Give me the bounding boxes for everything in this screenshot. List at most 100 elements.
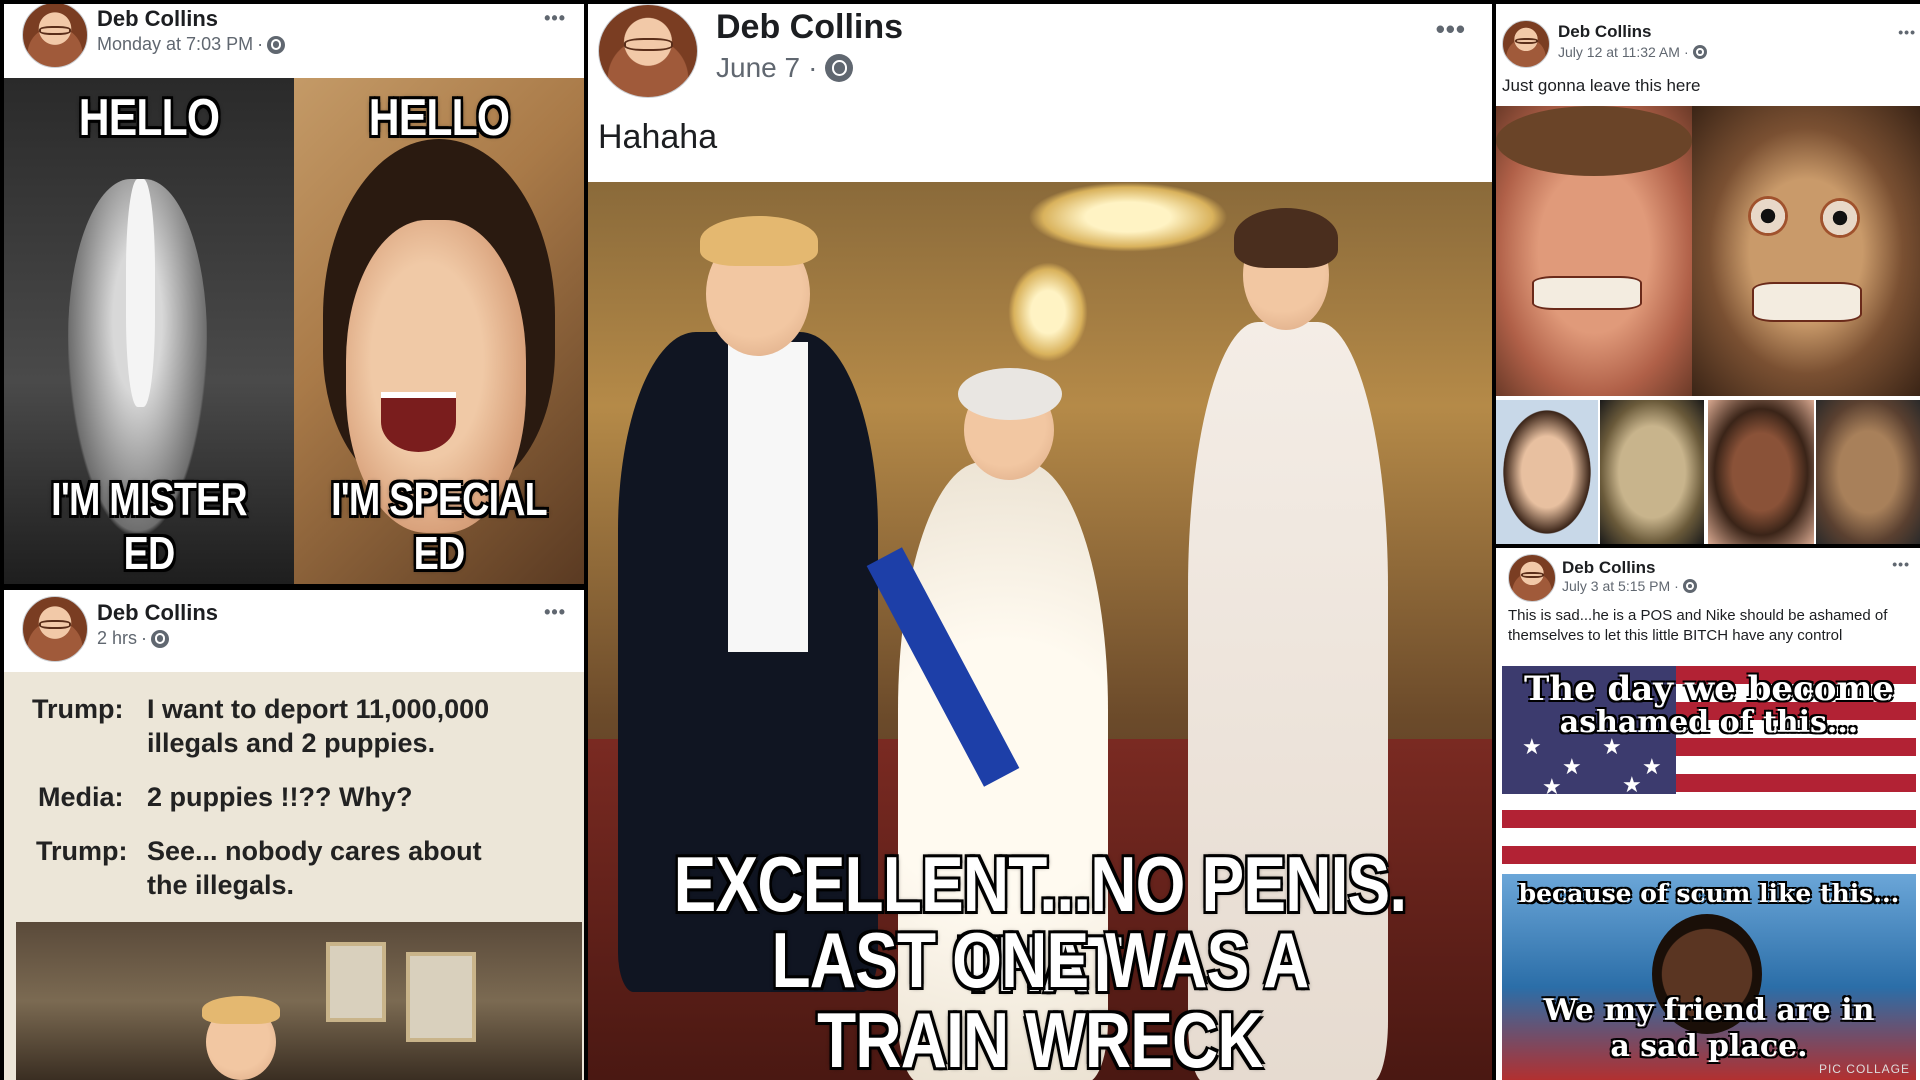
star-icon: ★ xyxy=(1622,772,1642,797)
dialogue-line-3: Trump: See... nobody cares about the ille… xyxy=(36,834,482,902)
avatar-glasses xyxy=(39,26,71,35)
author-name[interactable]: Deb Collins xyxy=(97,6,218,32)
person-hair xyxy=(202,996,280,1024)
tile-teeth xyxy=(1532,276,1642,310)
more-options-icon[interactable]: ••• xyxy=(1898,24,1916,40)
queen-hair xyxy=(958,368,1062,420)
dialogue-meme-image: Trump: I want to deport 11,000,000 illega… xyxy=(4,672,584,1080)
tile-hair xyxy=(1496,106,1692,176)
globe-icon xyxy=(1682,579,1697,593)
tile-woman-smile xyxy=(1496,400,1598,544)
tile-creature xyxy=(1600,400,1704,544)
author-name[interactable]: Deb Collins xyxy=(1558,22,1652,42)
meme-text-mister-ed: I'M MISTER ED xyxy=(51,473,247,579)
kneeling-player-image: because of scum like this... We my frien… xyxy=(1502,874,1916,1080)
author-name[interactable]: Deb Collins xyxy=(716,8,903,47)
post-meta: Monday at 7:03 PM · xyxy=(97,34,286,55)
dialogue-line-1: Trump: I want to deport 11,000,000 illega… xyxy=(32,692,489,760)
author-avatar[interactable] xyxy=(1508,554,1556,602)
meme-text-hello-right: HELLO xyxy=(368,89,510,147)
star-icon: ★ xyxy=(1642,754,1662,779)
meme-horse-image: HELLO I'M MISTER ED xyxy=(4,78,294,584)
post-time[interactable]: Monday at 7:03 PM xyxy=(97,34,253,55)
line: See... nobody cares about xyxy=(147,836,482,866)
line: I want to deport 11,000,000 xyxy=(147,694,490,724)
horse-blaze xyxy=(125,179,155,407)
tile-eye xyxy=(1748,196,1788,236)
meme-text-bottom1: We my friend are in xyxy=(1543,993,1875,1028)
meta-separator: · xyxy=(808,52,818,83)
meme-text-bottom2: a sad place. xyxy=(1610,1029,1808,1064)
meme-text-mid: because of scum like this... xyxy=(1518,879,1900,908)
post-time[interactable]: July 12 at 11:32 AM xyxy=(1558,44,1680,60)
tile-alien xyxy=(1816,400,1920,544)
chandelier xyxy=(1028,182,1228,252)
author-avatar[interactable] xyxy=(22,4,88,68)
globe-icon xyxy=(267,35,286,54)
tile-eye xyxy=(1820,198,1860,238)
meme-text-special-ed: I'M SPECIAL ED xyxy=(331,473,548,579)
globe-icon xyxy=(825,54,854,82)
avatar-glasses xyxy=(1520,571,1544,578)
man-hair xyxy=(700,216,818,266)
flag-image: ★ ★ ★ ★ ★ ★ The day we become ashamed of… xyxy=(1502,666,1916,872)
meta-separator: · xyxy=(257,34,264,54)
woman-hair xyxy=(1234,208,1338,268)
wall-frame xyxy=(326,942,386,1022)
post-meta: July 3 at 5:15 PM · xyxy=(1562,578,1697,594)
post-july3: Deb Collins July 3 at 5:15 PM · ••• This… xyxy=(1496,548,1920,1080)
author-name[interactable]: Deb Collins xyxy=(1562,558,1656,578)
post-meta: July 12 at 11:32 AM · xyxy=(1558,44,1707,60)
post-meta: 2 hrs · xyxy=(97,628,170,649)
tile-woman-frown xyxy=(1708,400,1814,544)
speaker: Trump: xyxy=(36,836,128,866)
meme-text-top2: ashamed of this... xyxy=(1559,705,1859,740)
post-caption: Just gonna leave this here xyxy=(1502,76,1701,95)
more-options-icon[interactable]: ••• xyxy=(1436,14,1466,45)
wall-frame xyxy=(406,952,476,1042)
post-meta: June 7 · xyxy=(716,52,854,84)
speaker: Media: xyxy=(38,782,124,812)
post-july12: Deb Collins July 12 at 11:32 AM · ••• Ju… xyxy=(1496,4,1920,544)
post-june7: Deb Collins June 7 · ••• Hahaha EXCELLEN… xyxy=(588,4,1492,1080)
post-time[interactable]: July 3 at 5:15 PM xyxy=(1562,578,1670,594)
man-shirt xyxy=(728,342,808,652)
post-time[interactable]: June 7 xyxy=(716,52,800,84)
avatar-glasses xyxy=(1514,37,1538,44)
wall-sconce xyxy=(1008,262,1088,362)
meta-separator: · xyxy=(1674,578,1679,594)
author-avatar[interactable] xyxy=(22,596,88,662)
collage-watermark: PIC COLLAGE xyxy=(1818,1062,1910,1076)
author-avatar[interactable] xyxy=(598,4,698,98)
meme-text-top1: The day we become xyxy=(1523,669,1894,709)
meme-text-line2: LAST ONE WAS A TRAIN WRECK xyxy=(771,916,1310,1080)
post-caption: This is sad...he is a POS and Nike shoul… xyxy=(1508,607,1888,644)
meme-woman-image: HELLO I'M SPECIAL ED xyxy=(294,78,584,584)
post-2hrs: Deb Collins 2 hrs · ••• Trump: I want to … xyxy=(4,590,584,1080)
more-options-icon[interactable]: ••• xyxy=(544,8,566,29)
post-caption: Hahaha xyxy=(598,118,718,156)
meta-separator: · xyxy=(1683,44,1689,60)
meme-text-hello-left: HELLO xyxy=(78,89,220,147)
dialogue-line-2: Media: 2 puppies !!?? Why? xyxy=(38,780,412,814)
avatar-glasses xyxy=(39,620,71,629)
post-time[interactable]: 2 hrs xyxy=(97,628,137,649)
globe-icon xyxy=(151,629,170,648)
line: illegals and 2 puppies. xyxy=(147,728,436,758)
tile-monkey-toy xyxy=(1692,106,1920,396)
line: 2 puppies !!?? Why? xyxy=(147,782,413,812)
meta-separator: · xyxy=(141,628,148,648)
star-icon: ★ xyxy=(1562,754,1582,779)
star-icon: ★ xyxy=(1542,774,1562,799)
author-avatar[interactable] xyxy=(1502,20,1550,68)
more-options-icon[interactable]: ••• xyxy=(1892,556,1910,572)
avatar-glasses xyxy=(623,38,673,51)
line: the illegals. xyxy=(147,870,295,900)
globe-icon xyxy=(1692,45,1707,59)
state-banquet-photo: EXCELLENT...NO PENIS. THAT LAST ONE WAS … xyxy=(588,182,1492,1080)
office-photo xyxy=(16,922,582,1080)
author-name[interactable]: Deb Collins xyxy=(97,600,218,626)
post-monday: Deb Collins Monday at 7:03 PM · ••• HELL… xyxy=(4,4,584,584)
tile-teeth xyxy=(1752,282,1862,322)
more-options-icon[interactable]: ••• xyxy=(544,602,566,623)
